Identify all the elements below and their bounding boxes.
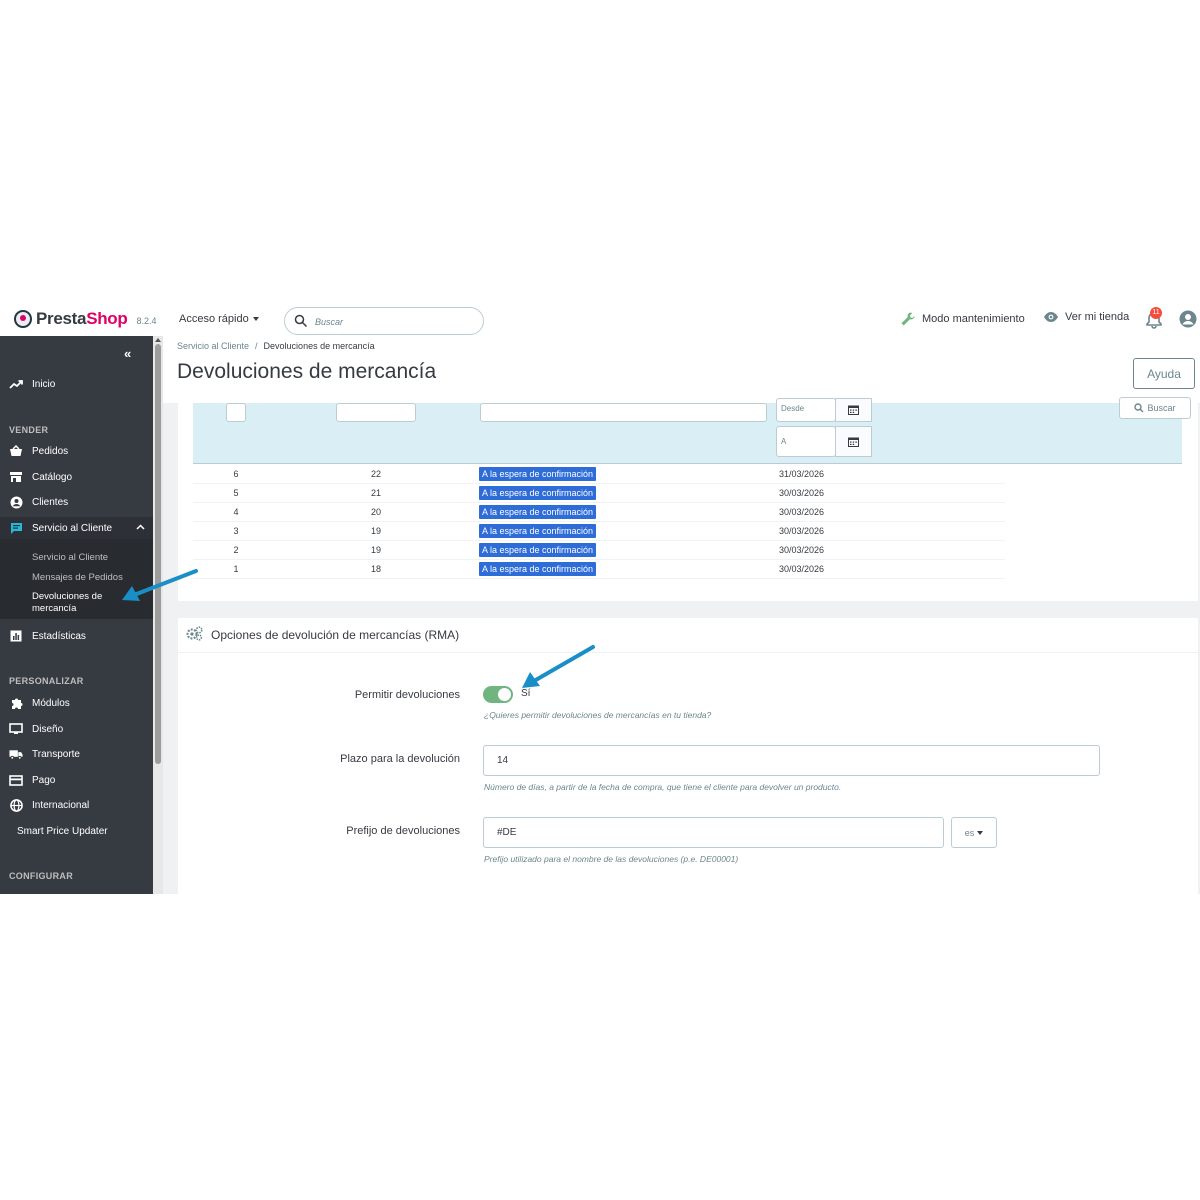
status-badge: A la espera de confirmación [479,543,597,557]
status-badge: A la espera de confirmación [479,505,597,519]
status-badge: A la espera de confirmación [479,524,597,538]
version-label: 8.2.4 [136,316,157,326]
chat-icon [9,521,23,535]
return-period-help: Número de días, a partir de la fecha de … [484,782,842,792]
eye-icon [1044,312,1058,322]
prestashop-logo[interactable]: PrestaShop 8.2.4 [14,309,157,329]
calendar-icon [848,437,859,447]
subitem-order-messages[interactable]: Mensajes de Pedidos [32,572,123,583]
sidebar-item-international[interactable]: Internacional [0,794,153,816]
returns-prefix-input[interactable] [483,817,944,848]
returns-prefix-label: Prefijo de devoluciones [346,825,460,837]
sidebar: « Inicio VENDER Pedidos Catálogo Cliente… [0,336,153,894]
collapse-sidebar-icon[interactable]: « [124,346,131,361]
rma-panel-header: Opciones de devolución de mercancías (RM… [178,618,1198,653]
status-badge: A la espera de confirmación [479,467,597,481]
return-period-label: Plazo para la devolución [340,753,460,765]
calendar-from-button[interactable] [835,398,872,422]
cogs-icon [186,626,203,644]
page-head: Servicio al Cliente / Devoluciones de merc… [163,336,1200,403]
filter-date-to-input[interactable]: A [776,426,836,457]
allow-returns-label: Permitir devoluciones [354,689,460,701]
table-row[interactable]: 3 19 A la espera de confirmación 30/03/2… [193,522,1005,541]
language-dropdown[interactable]: es [951,817,997,848]
puzzle-icon [9,696,23,710]
sidebar-item-shipping[interactable]: Transporte [0,743,153,765]
section-customize: PERSONALIZAR [9,676,84,686]
truck-icon [9,747,23,761]
calendar-icon [848,405,859,415]
annotation-arrow-icon [122,569,198,601]
table-row[interactable]: 1 18 A la espera de confirmación 30/03/2… [193,560,1005,579]
subitem-customer-service[interactable]: Servicio al Cliente [32,552,108,563]
help-button[interactable]: Ayuda [1133,358,1195,389]
caret-down-icon [252,317,259,322]
caret-down-icon [977,830,984,835]
sidebar-scrollbar-thumb[interactable] [155,344,161,764]
user-avatar-icon[interactable] [1179,310,1197,328]
sidebar-item-catalog[interactable]: Catálogo [0,466,153,488]
sidebar-item-design[interactable]: Diseño [0,718,153,740]
returns-table-panel: Desde A Buscar 6 22 A la espera de confi… [178,397,1198,601]
table-row[interactable]: 5 21 A la espera de confirmación 30/03/2… [193,484,1005,503]
search-input[interactable] [315,313,475,330]
rma-options-panel: Opciones de devolución de mercancías (RM… [178,618,1198,894]
maintenance-mode-link[interactable]: Modo mantenimiento [900,311,1025,327]
basket-icon [9,444,23,458]
filter-row: Desde A Buscar [193,397,1191,464]
section-configure: CONFIGURAR [9,871,73,881]
table-row[interactable]: 4 20 A la espera de confirmación 30/03/2… [193,503,1005,522]
annotation-arrow-icon [522,645,595,688]
puffin-logo-icon [14,310,32,328]
notifications-badge: 11 [1150,307,1162,319]
globe-icon [9,798,23,812]
filter-order-input[interactable] [336,403,416,422]
breadcrumb-parent[interactable]: Servicio al Cliente [177,341,249,351]
allow-returns-toggle[interactable] [483,686,513,703]
search-box[interactable] [284,307,484,335]
table-row[interactable]: 6 22 A la espera de confirmación 31/03/2… [193,465,1005,484]
section-sell: VENDER [9,425,49,435]
sidebar-item-customer-service[interactable]: Servicio al Cliente [0,517,153,539]
subitem-merchandise-returns[interactable]: Devoluciones de mercancía [32,591,102,615]
calendar-to-button[interactable] [835,426,872,457]
breadcrumb: Servicio al Cliente / Devoluciones de merc… [177,341,375,351]
status-badge: A la espera de confirmación [479,486,597,500]
sidebar-item-home[interactable]: Inicio [0,373,153,395]
view-shop-link[interactable]: Ver mi tienda [1043,311,1129,323]
allow-returns-help: ¿Quieres permitir devoluciones de mercan… [484,710,712,720]
sidebar-item-payment[interactable]: Pago [0,769,153,791]
filter-date-from-input[interactable]: Desde [776,398,836,422]
chevron-up-icon [136,522,145,533]
status-badge: A la espera de confirmación [479,562,597,576]
quick-access-dropdown[interactable]: Acceso rápido [179,313,259,325]
scroll-up-arrow-icon[interactable] [155,338,161,342]
account-circle-icon [9,495,23,509]
wrench-icon [901,312,915,326]
sidebar-item-stats[interactable]: Estadísticas [0,625,153,647]
sidebar-item-orders[interactable]: Pedidos [0,440,153,462]
trending-up-icon [9,377,23,391]
search-icon [294,314,308,328]
page-title: Devoluciones de mercancía [177,360,437,383]
sidebar-item-smart-price-updater[interactable]: Smart Price Updater [0,820,153,842]
credit-card-icon [9,773,23,787]
logo-text: PrestaShop [36,309,128,328]
top-bar: PrestaShop 8.2.4 Acceso rápido Modo mant… [0,305,1200,336]
returns-prefix-help: Prefijo utilizado para el nombre de las … [484,854,739,864]
breadcrumb-current: Devoluciones de mercancía [263,341,375,351]
store-icon [9,470,23,484]
return-period-input[interactable] [483,745,1100,776]
filter-status-input[interactable] [480,403,767,422]
search-icon [1134,403,1144,413]
screenshot: PrestaShop 8.2.4 Acceso rápido Modo mant… [0,305,1200,894]
desktop-icon [9,722,23,736]
filter-search-button[interactable]: Buscar [1119,397,1191,419]
table-row[interactable]: 2 19 A la espera de confirmación 30/03/2… [193,541,1005,560]
filter-id-input[interactable] [226,403,246,422]
sidebar-item-modules[interactable]: Módulos [0,692,153,714]
rma-panel-title: Opciones de devolución de mercancías (RM… [211,628,460,642]
bar-chart-icon [9,629,23,643]
sidebar-item-customers[interactable]: Clientes [0,491,153,513]
